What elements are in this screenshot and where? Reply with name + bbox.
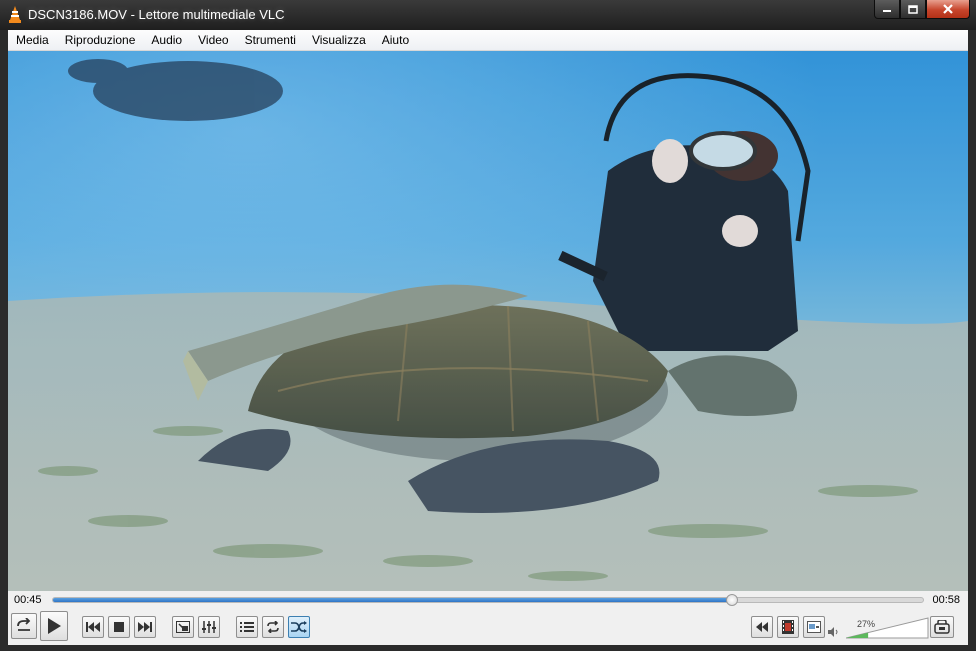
menu-strumenti[interactable]: Strumenti — [237, 30, 304, 50]
stop-button[interactable] — [108, 616, 130, 638]
shuffle-icon — [291, 621, 307, 633]
video-display[interactable] — [8, 51, 968, 591]
playlist-icon — [240, 622, 254, 632]
snapshot-button[interactable] — [803, 616, 825, 638]
minimize-icon — [883, 10, 891, 12]
menu-riproduzione[interactable]: Riproduzione — [57, 30, 144, 50]
volume-slider[interactable] — [846, 616, 930, 640]
extended-settings-icon — [202, 621, 216, 633]
record-button[interactable] — [777, 616, 799, 638]
vlc-cone-icon — [9, 6, 21, 23]
reverse-icon — [17, 618, 31, 631]
title-bar[interactable]: DSCN3186.MOV - Lettore multimediale VLC — [0, 0, 976, 30]
snapshot-icon — [807, 621, 821, 633]
next-icon — [138, 622, 152, 632]
menu-aiuto[interactable]: Aiuto — [374, 30, 417, 50]
close-icon — [943, 4, 953, 14]
total-time[interactable]: 00:58 — [932, 594, 960, 606]
stop-icon — [114, 622, 124, 632]
elapsed-time[interactable]: 00:45 — [14, 594, 42, 606]
speaker-icon[interactable] — [827, 626, 839, 638]
ab-loop-button[interactable] — [930, 616, 954, 638]
playlist-button[interactable] — [236, 616, 258, 638]
fullscreen-icon — [176, 621, 190, 633]
frame-back-button[interactable] — [751, 616, 773, 638]
seek-bar[interactable] — [52, 594, 924, 606]
play-button[interactable] — [40, 611, 68, 641]
maximize-icon — [908, 4, 918, 14]
window-title: DSCN3186.MOV - Lettore multimediale VLC — [28, 7, 285, 22]
control-panel: 00:45 00:58 27% — [8, 591, 968, 645]
reverse-button[interactable] — [11, 613, 37, 639]
video-frame-image — [8, 51, 968, 591]
next-button[interactable] — [134, 616, 156, 638]
vlc-window: DSCN3186.MOV - Lettore multimediale VLC … — [0, 0, 976, 651]
loop-icon — [267, 621, 279, 633]
extended-settings-button[interactable] — [198, 616, 220, 638]
minimize-button[interactable] — [874, 0, 900, 19]
menu-bar: Media Riproduzione Audio Video Strumenti… — [8, 30, 968, 51]
close-button[interactable] — [926, 0, 970, 19]
shuffle-button[interactable] — [288, 616, 310, 638]
menu-visualizza[interactable]: Visualizza — [304, 30, 374, 50]
play-icon — [48, 618, 61, 634]
previous-icon — [86, 622, 100, 632]
seek-bar-fill — [53, 598, 732, 602]
menu-media[interactable]: Media — [8, 30, 57, 50]
menu-video[interactable]: Video — [190, 30, 236, 50]
previous-button[interactable] — [82, 616, 104, 638]
maximize-button[interactable] — [900, 0, 926, 19]
record-icon — [782, 620, 794, 634]
loop-button[interactable] — [262, 616, 284, 638]
ab-loop-icon — [934, 620, 950, 634]
frame-back-icon — [756, 622, 768, 632]
fullscreen-button[interactable] — [172, 616, 194, 638]
menu-audio[interactable]: Audio — [143, 30, 190, 50]
seek-handle[interactable] — [725, 594, 738, 606]
